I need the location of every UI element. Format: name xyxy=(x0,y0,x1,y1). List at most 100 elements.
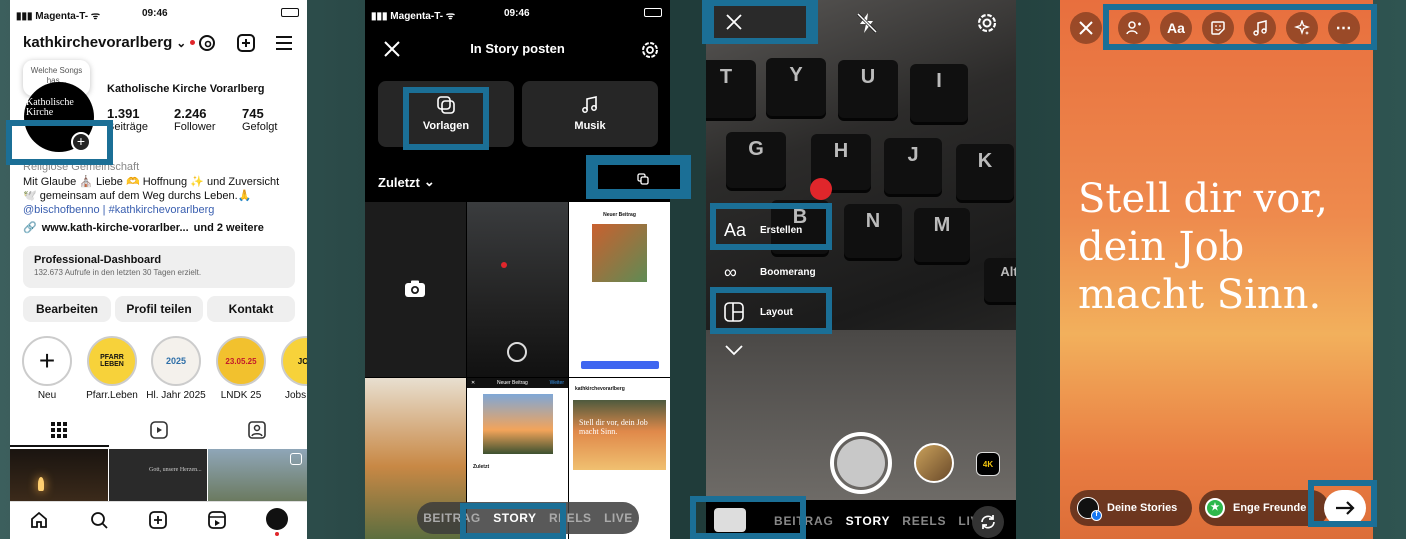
close-button[interactable] xyxy=(1070,12,1102,44)
profile-avatar-icon[interactable] xyxy=(266,508,288,530)
bio-mentions[interactable]: @bischofbenno | #kathkirchevorarlberg xyxy=(23,203,307,217)
mode-reels[interactable]: REELS xyxy=(902,514,946,528)
close-friends-button[interactable]: ★ Enge Freunde xyxy=(1199,490,1329,526)
mode-story[interactable]: STORY xyxy=(493,511,536,525)
post-thumbnail[interactable] xyxy=(10,449,108,501)
dashboard-subtitle: 132.673 Aufrufe in den letzten 30 Tagen … xyxy=(34,268,202,277)
flash-off-icon[interactable] xyxy=(856,12,878,34)
effects-tool[interactable] xyxy=(1286,12,1318,44)
reels-tab-icon[interactable] xyxy=(150,421,168,439)
highlight-heiliges-jahr[interactable]: 2025 xyxy=(151,336,201,386)
star-icon: ★ xyxy=(1205,498,1225,518)
search-icon[interactable] xyxy=(90,511,108,529)
effect-preview[interactable] xyxy=(914,443,954,483)
trackpoint xyxy=(810,178,832,200)
shutter-button[interactable] xyxy=(830,432,892,494)
4k-badge[interactable]: 4K xyxy=(976,452,1000,476)
gallery-thumbnail[interactable] xyxy=(714,508,746,532)
camera-tile[interactable] xyxy=(365,202,466,377)
stat-following[interactable]: 745 Gefolgt xyxy=(242,106,277,133)
edit-profile-button[interactable]: Bearbeiten xyxy=(23,296,111,322)
music-tile[interactable]: Musik xyxy=(522,81,658,147)
username: kathkirchevorarlberg xyxy=(23,34,173,51)
create-icon[interactable] xyxy=(236,33,256,53)
more-options-button[interactable]: ⋯ xyxy=(1328,12,1360,44)
share-your-stories-button[interactable]: f Deine Stories xyxy=(1070,490,1192,526)
music-icon xyxy=(581,96,599,114)
mode-reels[interactable]: REELS xyxy=(549,511,592,525)
status-carrier: ▮▮▮ Magenta-T- ᯤ xyxy=(371,11,455,22)
thumb-quote: Stell dir vor, dein Job macht Sinn. xyxy=(573,400,666,470)
mode-live[interactable]: LIVE xyxy=(604,511,633,525)
gallery-thumbnail[interactable]: Neuer Beitrag xyxy=(569,202,670,377)
new-post-icon[interactable] xyxy=(149,511,167,529)
gallery-thumbnail[interactable] xyxy=(467,202,568,377)
share-profile-button[interactable]: Profil teilen xyxy=(115,296,203,322)
reels-icon[interactable] xyxy=(208,511,226,529)
multi-select-icon[interactable] xyxy=(637,173,649,185)
status-carrier: ▮▮▮ Magenta-T- ᯤ xyxy=(16,11,100,22)
recent-dropdown[interactable]: Zuletzt ⌄ xyxy=(378,174,435,190)
mention-tool[interactable] xyxy=(1118,12,1150,44)
share-your-stories-label: Deine Stories xyxy=(1107,502,1178,514)
stat-posts[interactable]: 1.391 Beiträge xyxy=(107,106,148,133)
mode-beitrag[interactable]: BEITRAG xyxy=(423,511,481,525)
arrow-right-icon xyxy=(1336,501,1355,515)
reel-badge-icon xyxy=(290,453,302,465)
story-editor-screen: Aa ⋯ Stell dir vor, dein Job macht Sinn.… xyxy=(1060,0,1373,539)
avatar-text: Katholische Kirche xyxy=(26,97,74,118)
flip-camera-button[interactable] xyxy=(972,506,1004,538)
music-icon xyxy=(1253,20,1267,36)
templates-label: Vorlagen xyxy=(422,120,470,132)
text-tool[interactable]: Aa xyxy=(1160,12,1192,44)
username-switcher[interactable]: kathkirchevorarlberg ⌄ xyxy=(23,34,196,51)
boomerang-icon: ∞ xyxy=(724,262,737,282)
templates-tile[interactable]: Vorlagen xyxy=(378,81,514,147)
camera-screen: T Y U I G H J K B N M Alt Aa Erstellen ∞… xyxy=(706,0,1016,539)
post-thumbnail[interactable] xyxy=(208,449,307,501)
close-icon[interactable] xyxy=(726,14,742,30)
link-icon: 🔗 xyxy=(23,222,37,234)
highlight-pfarrleben[interactable]: PFARR LEBEN xyxy=(87,336,137,386)
notification-dot xyxy=(275,532,279,536)
mode-story[interactable]: STORY xyxy=(846,514,891,528)
add-story-icon[interactable]: + xyxy=(71,132,91,152)
highlight-jobs[interactable]: JOB xyxy=(281,336,307,386)
grid-tab-icon[interactable] xyxy=(51,422,67,438)
link-more: und 2 weitere xyxy=(193,221,264,234)
settings-icon[interactable] xyxy=(640,40,660,60)
sticker-tool[interactable] xyxy=(1202,12,1234,44)
settings-icon[interactable] xyxy=(976,12,998,34)
page-title: In Story posten xyxy=(470,41,565,56)
close-friends-label: Enge Freunde xyxy=(1233,502,1307,514)
create-mode[interactable]: Aa Erstellen xyxy=(724,220,802,241)
thumb-title: Neuer Beitrag xyxy=(496,380,528,386)
stat-followers[interactable]: 2.246 Follower xyxy=(174,106,216,133)
contact-button[interactable]: Kontakt xyxy=(207,296,295,322)
shutter-inner xyxy=(837,439,885,487)
highlight-cover-text: 2025 xyxy=(165,356,187,366)
story-quote[interactable]: Stell dir vor, dein Job macht Sinn. xyxy=(1078,175,1368,319)
mode-beitrag[interactable]: BEITRAG xyxy=(774,514,834,528)
tagged-tab-icon[interactable] xyxy=(248,421,266,439)
highlight-cover-text: 23.05.25 xyxy=(225,356,257,366)
menu-icon[interactable] xyxy=(275,34,293,52)
threads-icon[interactable] xyxy=(197,33,217,53)
chevron-down-icon: ⌄ xyxy=(423,174,435,189)
highlight-lndk[interactable]: 23.05.25 xyxy=(216,336,266,386)
layout-mode[interactable]: Layout xyxy=(724,302,793,322)
highlight-new[interactable]: + xyxy=(22,336,72,386)
keyboard-key: K xyxy=(956,144,1014,200)
highlight-label-heiliges-jahr: Hl. Jahr 2025 xyxy=(146,390,206,401)
post-thumbnail[interactable]: Gott, unsere Herzen... xyxy=(109,449,207,501)
sticker-icon xyxy=(1211,21,1225,35)
home-icon[interactable] xyxy=(30,511,48,529)
professional-dashboard[interactable]: Professional-Dashboard 132.673 Aufrufe i… xyxy=(23,246,295,288)
next-button[interactable] xyxy=(1324,490,1366,526)
bottom-nav xyxy=(10,501,307,539)
boomerang-mode[interactable]: ∞ Boomerang xyxy=(724,262,816,283)
music-tool[interactable] xyxy=(1244,12,1276,44)
chevron-down-icon[interactable] xyxy=(724,344,744,356)
music-label: Musik xyxy=(574,120,606,132)
bio-link[interactable]: 🔗 www.kath-kirche-vorarlber... und 2 wei… xyxy=(23,221,264,235)
